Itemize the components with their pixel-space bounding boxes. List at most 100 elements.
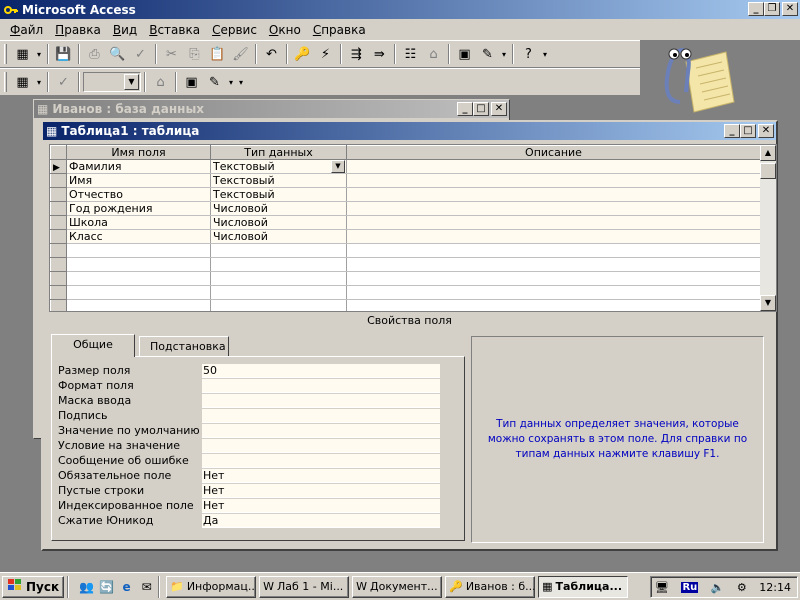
print-preview-icon[interactable]: 🔍	[106, 43, 129, 65]
chevron-down-icon[interactable]: ▼	[124, 74, 139, 90]
scroll-down-icon[interactable]: ▼	[760, 295, 776, 311]
current-row-indicator-icon[interactable]: ▶	[50, 159, 67, 174]
toolbar-grip[interactable]	[4, 72, 7, 92]
taskbar-button[interactable]: ▦ Таблица...	[538, 575, 629, 598]
data-type-cell[interactable]	[210, 299, 347, 311]
save-icon[interactable]: 💾	[52, 43, 75, 65]
minimize-button[interactable]: _	[457, 102, 473, 116]
taskbar-button[interactable]: 📁 Информац...	[166, 575, 257, 598]
table-row[interactable]: Год рождения Числовой	[50, 201, 761, 216]
row-selector[interactable]	[50, 243, 67, 258]
empty-table-row[interactable]	[50, 271, 761, 286]
monitor-icon[interactable]: 🖥	[655, 581, 669, 594]
restore-button[interactable]: ❐	[764, 2, 780, 16]
description-cell[interactable]	[346, 187, 761, 202]
office-assistant-icon[interactable]	[656, 32, 736, 118]
builder-icon[interactable]: ⌂	[149, 71, 172, 93]
data-type-cell[interactable]: Числовой	[210, 215, 347, 230]
column-header-description[interactable]: Описание	[346, 145, 761, 160]
menu-item-1[interactable]: Правка	[49, 21, 107, 39]
property-value-field[interactable]: Нет	[202, 483, 440, 498]
property-value-field[interactable]: 50	[202, 363, 440, 378]
menu-item-0[interactable]: Файл	[4, 21, 49, 39]
internet-explorer-icon[interactable]: e	[118, 578, 135, 595]
data-type-cell[interactable]: Текстовый	[210, 173, 347, 188]
view-icon[interactable]: ▦	[11, 71, 34, 93]
menu-item-3[interactable]: Вставка	[143, 21, 206, 39]
table-row[interactable]: ▶ Фамилия Текстовый ▼	[50, 159, 761, 174]
close-button[interactable]: ✕	[758, 124, 774, 138]
access-key-icon[interactable]	[3, 2, 19, 18]
row-selector[interactable]	[50, 187, 67, 202]
property-value-field[interactable]	[202, 408, 440, 423]
spelling-icon[interactable]: ✓	[52, 71, 75, 93]
vertical-scrollbar[interactable]: ▲ ▼	[760, 145, 776, 311]
table-row[interactable]: Отчество Текстовый	[50, 187, 761, 202]
taskbar-button[interactable]: W Лаб 1 - Mi...	[259, 575, 350, 598]
data-type-cell[interactable]: Числовой	[210, 229, 347, 244]
new-object-dropdown-icon[interactable]: ▾	[226, 71, 236, 93]
row-selector[interactable]	[50, 271, 67, 286]
description-cell[interactable]	[346, 159, 761, 174]
properties-icon[interactable]: ☷	[399, 43, 422, 65]
scroll-up-icon[interactable]: ▲	[760, 145, 776, 161]
object-combo[interactable]: ▼	[83, 72, 141, 92]
database-window-icon[interactable]: ▣	[453, 43, 476, 65]
column-header-data-type[interactable]: Тип данных	[210, 145, 347, 160]
antivirus-icon[interactable]: ⚙	[737, 581, 747, 594]
table-row[interactable]: Школа Числовой	[50, 215, 761, 230]
data-type-cell[interactable]: Текстовый ▼	[210, 159, 347, 174]
taskbar-button[interactable]: 🔑 Иванов : б...	[445, 575, 536, 598]
description-cell[interactable]	[346, 271, 761, 286]
table-row[interactable]: Имя Текстовый	[50, 173, 761, 188]
builder-icon[interactable]: ⌂	[422, 43, 445, 65]
description-cell[interactable]	[346, 285, 761, 300]
toolbar-grip[interactable]	[4, 44, 7, 64]
delete-rows-icon[interactable]: ⇛	[368, 43, 391, 65]
start-button[interactable]: Пуск	[2, 575, 65, 598]
undo-icon[interactable]: ↶	[260, 43, 283, 65]
toolbar-options-icon[interactable]: ▾	[540, 43, 550, 65]
empty-table-row[interactable]	[50, 285, 761, 300]
scroll-thumb[interactable]	[760, 163, 776, 179]
messenger-icon[interactable]: 👥	[78, 578, 95, 595]
row-selector[interactable]	[50, 257, 67, 272]
empty-table-row[interactable]	[50, 257, 761, 272]
toolbar-options-icon[interactable]: ▾	[236, 71, 246, 93]
menu-item-4[interactable]: Сервис	[206, 21, 263, 39]
data-type-cell[interactable]	[210, 257, 347, 272]
description-cell[interactable]	[346, 243, 761, 258]
table-row[interactable]: Класс Числовой	[50, 229, 761, 244]
menu-item-6[interactable]: Справка	[307, 21, 372, 39]
property-value-field[interactable]	[202, 378, 440, 393]
clock[interactable]: 12:14	[759, 581, 791, 594]
new-object-icon[interactable]: ✎	[203, 71, 226, 93]
field-name-cell[interactable]	[66, 257, 211, 272]
row-selector[interactable]	[50, 299, 67, 311]
view-dropdown-icon[interactable]: ▾	[34, 43, 44, 65]
property-value-field[interactable]: Да	[202, 513, 440, 528]
data-type-cell[interactable]	[210, 285, 347, 300]
field-name-cell[interactable]: Имя	[66, 173, 211, 188]
empty-table-row[interactable]	[50, 299, 761, 311]
tab-general[interactable]: Общие	[51, 334, 135, 357]
property-value-field[interactable]	[202, 423, 440, 438]
property-value-field[interactable]	[202, 453, 440, 468]
database-window-title-bar[interactable]: ▦ Иванов : база данных _ □ ✕	[34, 100, 509, 118]
description-cell[interactable]	[346, 173, 761, 188]
empty-table-row[interactable]	[50, 243, 761, 258]
field-name-cell[interactable]: Отчество	[66, 187, 211, 202]
close-button[interactable]: ✕	[782, 2, 798, 16]
data-type-cell[interactable]: Текстовый	[210, 187, 347, 202]
minimize-button[interactable]: _	[724, 124, 740, 138]
new-object-dropdown-icon[interactable]: ▾	[499, 43, 509, 65]
paste-icon[interactable]: 📋	[206, 43, 229, 65]
field-name-cell[interactable]: Фамилия	[66, 159, 211, 174]
network-icon[interactable]: 🔄	[98, 578, 115, 595]
view-dropdown-icon[interactable]: ▾	[34, 71, 44, 93]
data-type-dropdown-icon[interactable]: ▼	[331, 160, 345, 173]
property-value-field[interactable]: Нет	[202, 468, 440, 483]
language-indicator[interactable]: Ru	[681, 581, 699, 593]
minimize-button[interactable]: _	[748, 2, 764, 16]
row-selector[interactable]	[50, 229, 67, 244]
